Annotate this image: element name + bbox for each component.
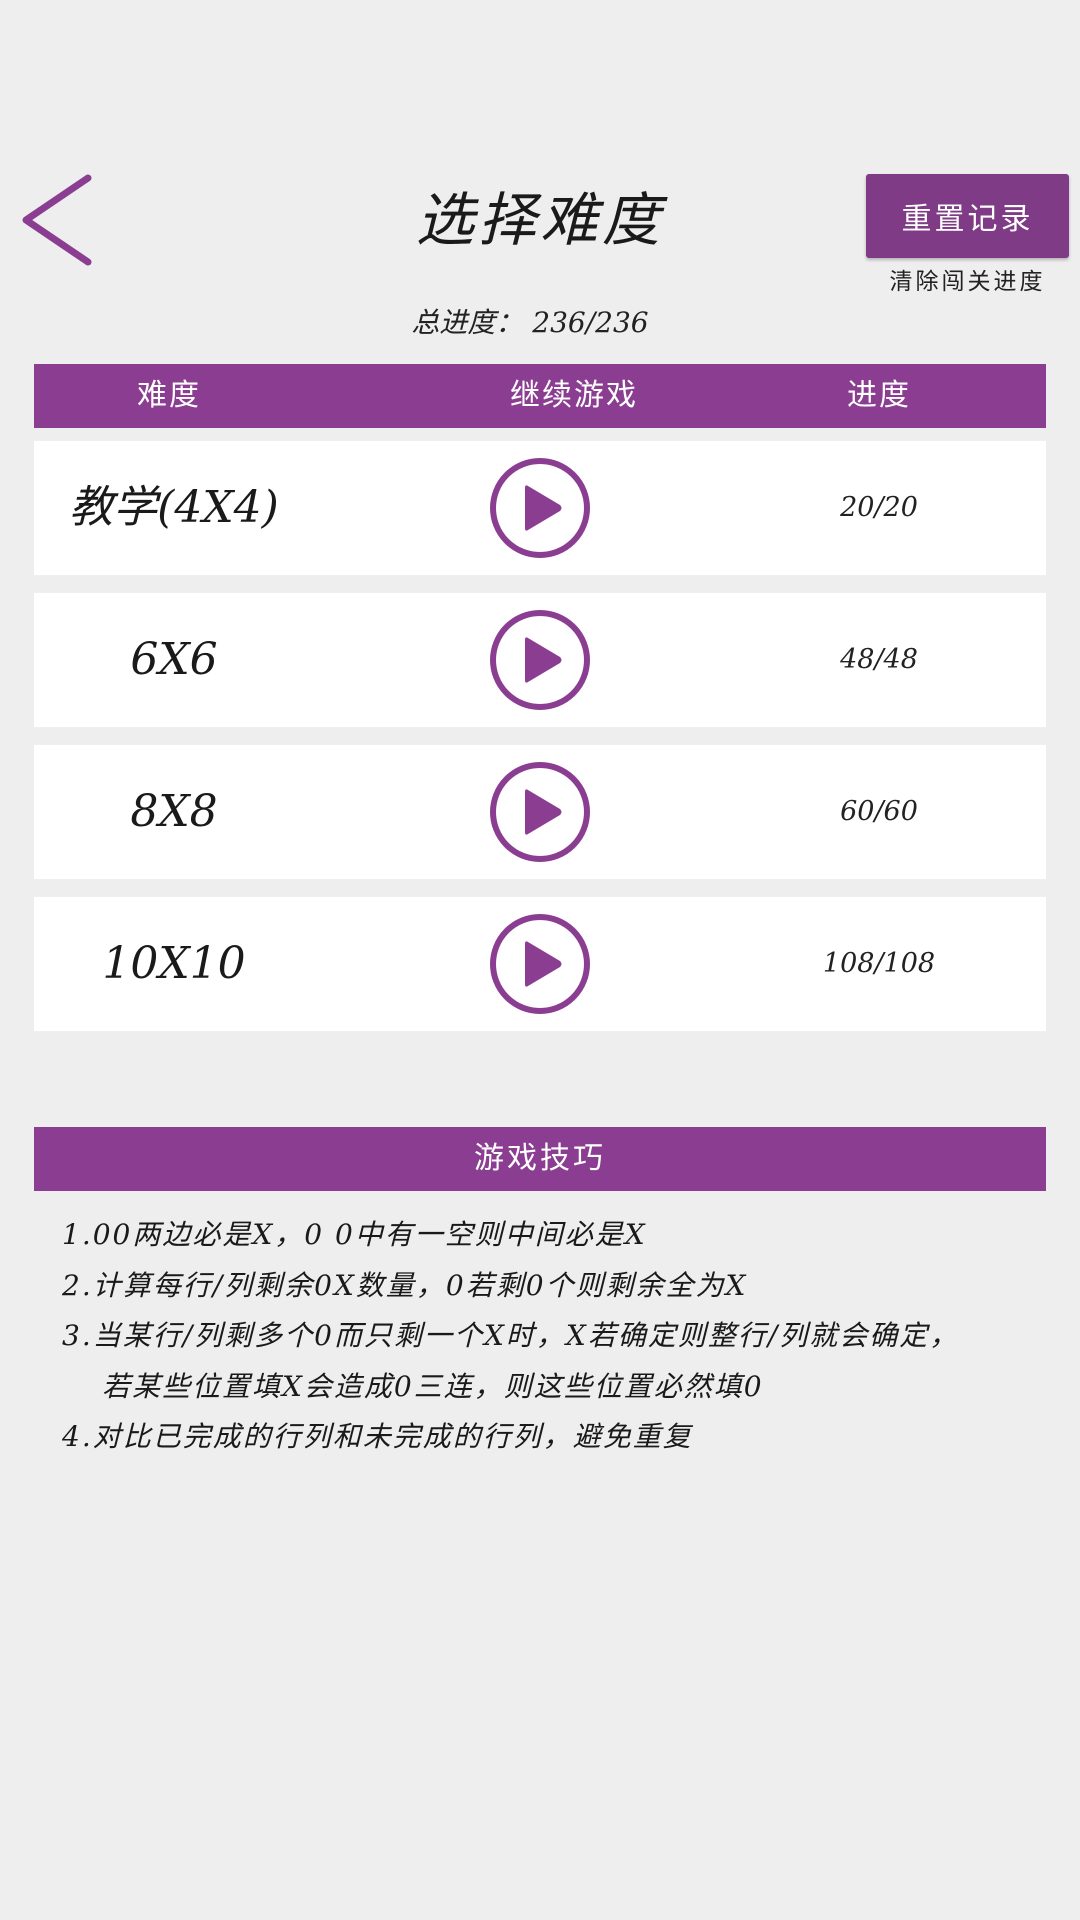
difficulty-row-10x10: 10X10 108/108 xyxy=(34,897,1046,1031)
total-progress: 总进度： 236/236 xyxy=(411,306,649,339)
difficulty-label: 6X6 xyxy=(130,634,218,685)
column-header-continue: 继续游戏 xyxy=(510,378,638,413)
play-button[interactable] xyxy=(488,456,592,560)
back-button[interactable] xyxy=(18,172,98,272)
play-circle-icon xyxy=(490,762,590,862)
tip-line: 4.对比已完成的行列和未完成的行列，避免重复 xyxy=(62,1420,693,1453)
difficulty-label: 教学(4X4) xyxy=(69,482,279,533)
progress-value: 20/20 xyxy=(840,492,918,523)
column-header-difficulty: 难度 xyxy=(137,378,201,413)
column-header-progress: 进度 xyxy=(847,378,911,413)
play-circle-icon xyxy=(490,610,590,710)
tips-header: 游戏技巧 xyxy=(34,1127,1046,1191)
tip-line: 2.计算每行/列剩余0X数量，0若剩0个则剩余全为X xyxy=(62,1269,748,1302)
progress-value: 60/60 xyxy=(840,796,918,827)
reset-records-button[interactable]: 重置记录 xyxy=(866,174,1069,258)
progress-value: 108/108 xyxy=(822,948,936,979)
difficulty-label: 10X10 xyxy=(102,938,246,989)
difficulty-label: 8X8 xyxy=(130,786,218,837)
tip-line: 1.00两边必是X，0 0中有一空则中间必是X xyxy=(62,1218,647,1251)
chevron-left-icon xyxy=(22,174,92,266)
page-title: 选择难度 xyxy=(415,186,664,254)
play-button[interactable] xyxy=(488,608,592,712)
tip-line: 若某些位置填X会造成0三连，则这些位置必然填0 xyxy=(102,1370,764,1403)
tip-line: 3.当某行/列剩多个0而只剩一个X时，X若确定则整行/列就会确定， xyxy=(62,1319,960,1352)
difficulty-row-6x6: 6X6 48/48 xyxy=(34,593,1046,727)
progress-value: 48/48 xyxy=(840,644,918,675)
play-button[interactable] xyxy=(488,912,592,1016)
difficulty-row-4x4: 教学(4X4) 20/20 xyxy=(34,441,1046,575)
play-button[interactable] xyxy=(488,760,592,864)
tips-panel: 1.00两边必是X，0 0中有一空则中间必是X 2.计算每行/列剩余0X数量，0… xyxy=(34,1215,1046,1470)
table-header: 难度 继续游戏 进度 xyxy=(34,364,1046,428)
play-circle-icon xyxy=(490,914,590,1014)
play-circle-icon xyxy=(490,458,590,558)
reset-hint-text: 清除闯关进度 xyxy=(889,269,1046,295)
difficulty-row-8x8: 8X8 60/60 xyxy=(34,745,1046,879)
